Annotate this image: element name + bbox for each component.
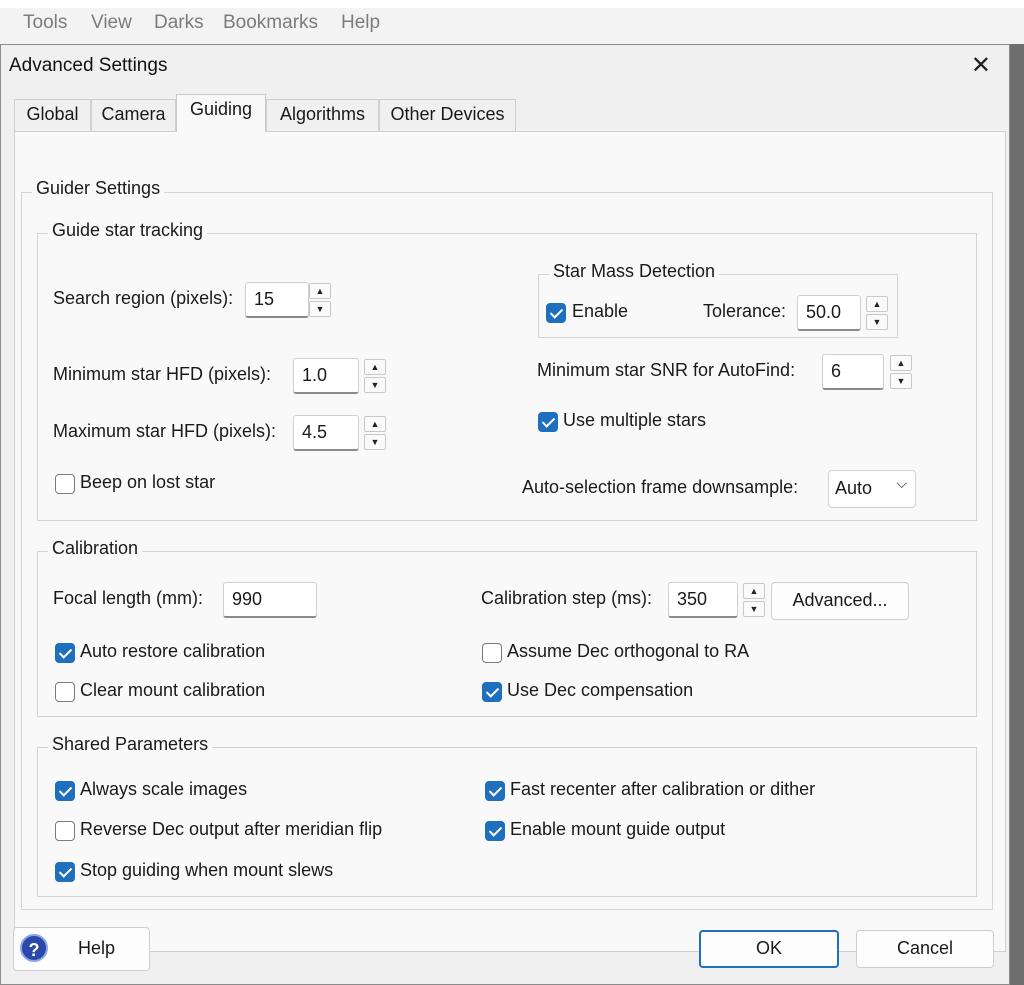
downsample-value: Auto — [835, 478, 873, 498]
window-top-strip — [0, 0, 1024, 8]
tab-algorithms[interactable]: Algorithms — [266, 99, 379, 131]
help-button-label: Help — [78, 938, 116, 958]
advanced-settings-dialog: Advanced Settings ✕ Global Camera Guidin… — [0, 44, 1010, 985]
max-hfd-label: Maximum star HFD (pixels): — [53, 421, 277, 441]
always-scale-images-label: Always scale images — [80, 779, 248, 799]
app-menubar: Tools View Darks Bookmarks Help — [0, 0, 1024, 44]
min-snr-spinner: ▲ ▼ — [890, 355, 912, 389]
star-mass-enable-checkbox[interactable] — [546, 303, 566, 323]
tab-panel-guiding: Guider Settings Guide star tracking Sear… — [14, 131, 1006, 952]
advanced-calibration-button[interactable]: Advanced... — [771, 582, 909, 620]
spin-up-icon[interactable]: ▲ — [364, 359, 386, 375]
close-icon[interactable]: ✕ — [971, 51, 991, 80]
spin-down-icon[interactable]: ▼ — [364, 377, 386, 393]
guider-settings-title: Guider Settings — [32, 178, 165, 199]
tab-camera[interactable]: Camera — [91, 99, 176, 131]
calibration-step-spinner: ▲ ▼ — [743, 583, 765, 617]
search-region-spinner: ▲ ▼ — [309, 283, 331, 317]
max-hfd-spinner: ▲ ▼ — [364, 416, 386, 450]
enable-mount-guide-output-checkbox[interactable] — [485, 821, 505, 841]
downsample-select[interactable]: Auto ⌵ — [828, 470, 916, 508]
cancel-button[interactable]: Cancel — [856, 930, 994, 968]
auto-restore-calibration-checkbox[interactable] — [55, 643, 75, 663]
assume-dec-orthogonal-checkbox[interactable] — [482, 643, 502, 663]
spin-up-icon[interactable]: ▲ — [309, 283, 331, 299]
search-region-input[interactable]: 15 — [245, 282, 309, 318]
star-mass-enable-label: Enable — [572, 301, 629, 321]
beep-lost-star-label: Beep on lost star — [80, 472, 216, 492]
stop-guiding-slews-checkbox[interactable] — [55, 862, 75, 882]
shared-parameters-title: Shared Parameters — [48, 734, 213, 755]
ok-button[interactable]: OK — [699, 930, 839, 968]
dialog-title: Advanced Settings — [9, 55, 168, 76]
tab-other-devices[interactable]: Other Devices — [379, 99, 516, 131]
beep-lost-star-checkbox[interactable] — [55, 474, 75, 494]
use-dec-compensation-label: Use Dec compensation — [507, 680, 694, 700]
spin-up-icon[interactable]: ▲ — [890, 355, 912, 371]
spin-up-icon[interactable]: ▲ — [866, 296, 888, 312]
menu-tools[interactable]: Tools — [23, 12, 67, 34]
star-mass-detection-group: Star Mass Detection Enable Tolerance: 50… — [538, 261, 898, 338]
focal-length-label: Focal length (mm): — [53, 588, 204, 608]
shared-parameters-group: Shared Parameters Always scale images Re… — [37, 734, 977, 897]
menu-help[interactable]: Help — [341, 12, 380, 34]
downsample-label: Auto-selection frame downsample: — [522, 477, 799, 497]
min-hfd-label: Minimum star HFD (pixels): — [53, 364, 272, 384]
spin-down-icon[interactable]: ▼ — [866, 314, 888, 330]
guider-settings-group: Guider Settings Guide star tracking Sear… — [21, 178, 993, 910]
assume-dec-orthogonal-label: Assume Dec orthogonal to RA — [507, 641, 750, 661]
tolerance-spinner: ▲ ▼ — [866, 296, 888, 330]
menu-darks[interactable]: Darks — [154, 12, 204, 34]
auto-restore-calibration-label: Auto restore calibration — [80, 641, 266, 661]
guide-star-tracking-group: Guide star tracking Search region (pixel… — [37, 220, 977, 521]
spin-down-icon[interactable]: ▼ — [890, 373, 912, 389]
tab-guiding[interactable]: Guiding — [176, 94, 266, 132]
tab-global[interactable]: Global — [14, 99, 91, 131]
spin-down-icon[interactable]: ▼ — [309, 301, 331, 317]
use-multiple-stars-checkbox[interactable] — [538, 412, 558, 432]
search-region-label: Search region (pixels): — [53, 288, 234, 308]
calibration-group: Calibration Focal length (mm): 990 Calib… — [37, 538, 977, 717]
focal-length-input[interactable]: 990 — [223, 582, 317, 618]
use-multiple-stars-label: Use multiple stars — [563, 410, 707, 430]
stop-guiding-slews-label: Stop guiding when mount slews — [80, 860, 334, 880]
enable-mount-guide-output-label: Enable mount guide output — [510, 819, 726, 839]
fast-recenter-label: Fast recenter after calibration or dithe… — [510, 779, 816, 799]
tolerance-label: Tolerance: — [703, 301, 787, 321]
min-hfd-input[interactable]: 1.0 — [293, 358, 359, 394]
use-dec-compensation-checkbox[interactable] — [482, 682, 502, 702]
reverse-dec-output-label: Reverse Dec output after meridian flip — [80, 819, 383, 839]
spin-down-icon[interactable]: ▼ — [743, 601, 765, 617]
calibration-step-label: Calibration step (ms): — [481, 588, 653, 608]
reverse-dec-output-checkbox[interactable] — [55, 821, 75, 841]
guide-star-tracking-title: Guide star tracking — [48, 220, 208, 241]
calibration-title: Calibration — [48, 538, 143, 559]
spin-up-icon[interactable]: ▲ — [743, 583, 765, 599]
min-snr-label: Minimum star SNR for AutoFind: — [537, 360, 796, 380]
chevron-down-icon: ⌵ — [896, 475, 907, 491]
clear-mount-calibration-checkbox[interactable] — [55, 682, 75, 702]
clear-mount-calibration-label: Clear mount calibration — [80, 680, 266, 700]
calibration-step-input[interactable]: 350 — [668, 582, 738, 618]
spin-down-icon[interactable]: ▼ — [364, 434, 386, 450]
max-hfd-input[interactable]: 4.5 — [293, 415, 359, 451]
min-snr-input[interactable]: 6 — [822, 354, 884, 390]
help-icon: ? — [20, 934, 48, 962]
help-button[interactable]: ? Help — [13, 927, 150, 971]
min-hfd-spinner: ▲ ▼ — [364, 359, 386, 393]
star-mass-detection-title: Star Mass Detection — [549, 261, 720, 282]
menu-view[interactable]: View — [91, 12, 132, 34]
spin-up-icon[interactable]: ▲ — [364, 416, 386, 432]
tolerance-input[interactable]: 50.0 — [797, 295, 861, 331]
menu-bookmarks[interactable]: Bookmarks — [223, 12, 318, 34]
fast-recenter-checkbox[interactable] — [485, 781, 505, 801]
always-scale-images-checkbox[interactable] — [55, 781, 75, 801]
